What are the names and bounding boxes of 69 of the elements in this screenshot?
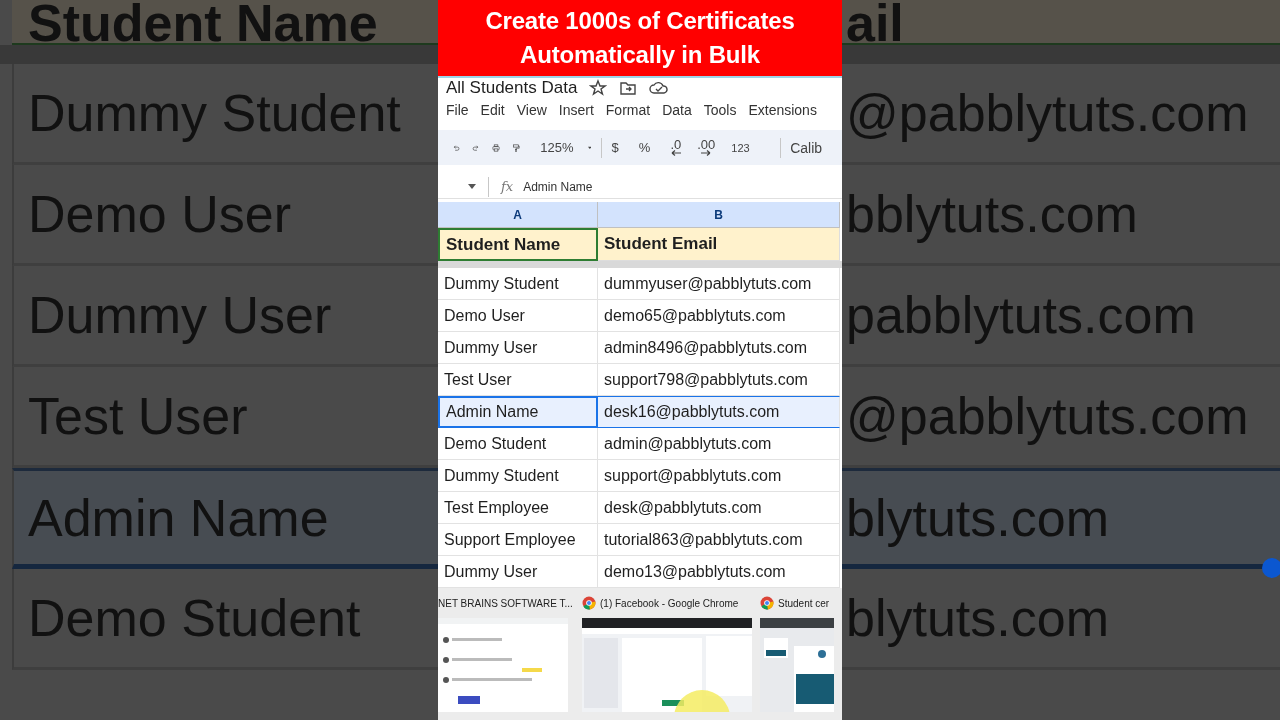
button-label: .00: [697, 139, 716, 150]
table-cell[interactable]: Dummy User: [438, 332, 598, 364]
column-header[interactable]: A: [438, 202, 598, 228]
document-title[interactable]: All Students Data: [446, 78, 578, 98]
table-cell-text: Dummy User: [27, 285, 332, 345]
button-label: .0: [670, 139, 682, 150]
browser-icon: [582, 596, 596, 610]
font-select[interactable]: Calib: [790, 139, 823, 156]
table-cell[interactable]: Demo Student: [438, 428, 598, 460]
browser-icon: [760, 596, 774, 610]
window-title[interactable]: Student cer: [778, 597, 830, 609]
header-cell[interactable]: Student Name: [438, 228, 598, 261]
table-cell[interactable]: Support Employee: [438, 524, 598, 556]
table-cell-text: blytuts.com: [845, 588, 1109, 648]
selection-handle-icon[interactable]: [1262, 558, 1280, 578]
table-cell-text: blytuts.com: [845, 487, 1109, 548]
menu-item[interactable]: Extensions: [742, 102, 823, 118]
header-cell-text: ail: [845, 3, 904, 43]
table-cell[interactable]: admin8496@pabblytuts.com: [598, 332, 840, 364]
table-cell-text: Demo Student: [27, 588, 361, 648]
decrease-decimals-button[interactable]: .0: [670, 139, 682, 156]
table-cell-text: pabblytuts.com: [845, 285, 1196, 345]
star-icon[interactable]: [589, 79, 608, 97]
menu-item[interactable]: Insert: [552, 102, 600, 118]
table-cell[interactable]: Dummy Student: [438, 460, 598, 492]
menu-item[interactable]: Data: [656, 102, 698, 118]
menu-item[interactable]: View: [510, 102, 553, 118]
table-cell[interactable]: tutorial863@pabblytuts.com: [598, 524, 840, 556]
table-cell-text: @pabblytuts.com: [845, 386, 1249, 446]
currency-format-button[interactable]: $: [611, 140, 619, 155]
column-header[interactable]: B: [598, 202, 840, 228]
left-arrow-icon: [670, 150, 681, 156]
table-cell-text: Test User: [27, 386, 248, 446]
table-cell-text: bblytuts.com: [845, 184, 1138, 244]
menu-item[interactable]: Edit: [474, 102, 511, 118]
cloud-check-icon[interactable]: [649, 80, 670, 96]
window-title[interactable]: (1) Facebook - Google Chrome: [600, 597, 739, 609]
folder-icon[interactable]: [619, 80, 638, 96]
table-cell-text: @pabblytuts.com: [845, 83, 1249, 143]
table-cell[interactable]: Dummy Student: [438, 268, 598, 300]
formula-icon: fx: [501, 179, 514, 194]
caret-icon[interactable]: [587, 144, 592, 151]
caret-icon[interactable]: [468, 183, 476, 190]
menu-item[interactable]: Format: [599, 102, 657, 118]
table-cell[interactable]: support@pabblytuts.com: [598, 460, 840, 492]
menu-item[interactable]: File: [440, 102, 475, 118]
table-cell[interactable]: Test Employee: [438, 492, 598, 524]
banner-text: Create 1000s of Certificates: [485, 6, 795, 36]
window-title[interactable]: NET BRAINS SOFTWARE T...: [438, 597, 573, 609]
percent-format-button[interactable]: %: [638, 140, 651, 155]
table-cell-text: Dummy Student: [27, 83, 401, 143]
table-cell[interactable]: desk@pabblytuts.com: [598, 492, 840, 524]
increase-decimals-button[interactable]: .00: [697, 139, 716, 156]
formula-input[interactable]: Admin Name: [523, 179, 593, 194]
table-cell-text: Demo User: [27, 184, 291, 244]
header-cell[interactable]: Student Email: [598, 228, 840, 261]
menu-item[interactable]: Tools: [697, 102, 743, 118]
table-cell-text: Admin Name: [27, 487, 329, 548]
banner-text: Automatically in Bulk: [520, 40, 760, 70]
table-cell[interactable]: desk16@pabblytuts.com: [598, 396, 840, 428]
zoom-select[interactable]: 125%: [540, 140, 574, 155]
table-cell[interactable]: dummyuser@pabblytuts.com: [598, 268, 840, 300]
header-cell-text: Student Name: [27, 3, 378, 43]
table-cell[interactable]: Demo User: [438, 300, 598, 332]
right-arrow-icon: [701, 150, 712, 156]
table-cell[interactable]: Admin Name: [438, 396, 598, 428]
number-format-button[interactable]: 123: [731, 141, 750, 154]
table-cell[interactable]: admin@pabblytuts.com: [598, 428, 840, 460]
table-cell[interactable]: demo65@pabblytuts.com: [598, 300, 840, 332]
